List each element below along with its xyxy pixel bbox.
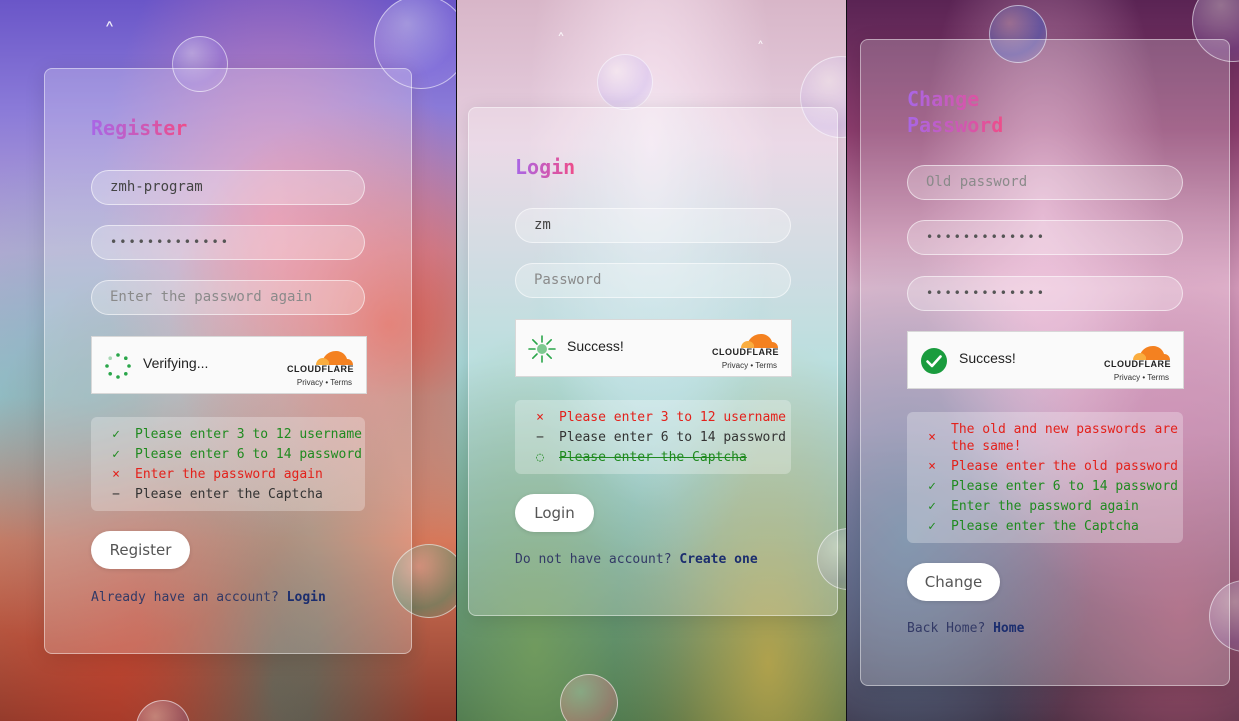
check-icon: ✓	[112, 447, 120, 462]
page-title: Change Password	[907, 87, 1004, 137]
check-icon: ✓	[928, 479, 936, 494]
register-card: Register zmh-program ••••••••••••• Enter…	[44, 68, 412, 654]
page-title: Register	[91, 116, 188, 140]
bird-decoration: ˄	[104, 20, 115, 45]
validation-item: ◌ Please enter the Captcha	[515, 448, 791, 468]
confirm-password-input[interactable]: •••••••••••••	[907, 276, 1183, 311]
validation-item: ✓ Please enter the Captcha	[907, 517, 1183, 537]
bird-decoration: ˄	[757, 40, 764, 56]
create-account-link[interactable]: Create one	[679, 552, 757, 567]
username-input[interactable]: zm	[515, 208, 791, 243]
username-input[interactable]: zmh-program	[91, 170, 365, 205]
cross-icon: ×	[928, 430, 936, 445]
bubble-decoration	[560, 674, 618, 721]
login-panel: ˄ ˄ Login zm Password Success! CLOUDFLAR…	[457, 0, 846, 721]
dash-icon: −	[112, 487, 120, 502]
validation-item: ✓ Please enter 6 to 14 password	[907, 477, 1183, 497]
captcha-status: Verifying...	[143, 355, 209, 371]
validation-item: ✓ Please enter 6 to 14 password	[91, 445, 365, 465]
confirm-password-input[interactable]: Enter the password again	[91, 280, 365, 315]
validation-item: ✓ Enter the password again	[907, 497, 1183, 517]
bird-decoration: ˄	[557, 30, 565, 49]
captcha-widget[interactable]: Verifying... CLOUDFLARE Privacy • Terms	[91, 336, 367, 394]
old-password-input[interactable]: Old password	[907, 165, 1183, 200]
validation-item: − Please enter the Captcha	[91, 485, 365, 505]
validation-item: × The old and new passwords are the same!	[907, 420, 1183, 457]
validation-item: × Please enter 3 to 12 username	[515, 408, 791, 428]
captcha-links[interactable]: Privacy • Terms	[1114, 373, 1169, 382]
success-check-icon	[921, 348, 947, 374]
check-icon: ✓	[112, 427, 120, 442]
login-button[interactable]: Login	[515, 494, 594, 532]
password-input[interactable]: Password	[515, 263, 791, 298]
captcha-links[interactable]: Privacy • Terms	[722, 361, 777, 370]
check-icon: ✓	[928, 519, 936, 534]
success-burst-icon	[528, 335, 556, 363]
bubble-decoration	[136, 700, 190, 721]
home-link[interactable]: Home	[993, 621, 1024, 636]
cross-icon: ×	[928, 459, 936, 474]
captcha-brand: CLOUDFLARE	[712, 347, 779, 357]
captcha-widget[interactable]: Success! CLOUDFLARE Privacy • Terms	[515, 319, 792, 377]
cross-icon: ×	[112, 467, 120, 482]
home-prompt: Back Home? Home	[907, 621, 1025, 636]
bubble-decoration	[597, 54, 653, 110]
validation-item: − Please enter 6 to 14 password	[515, 428, 791, 448]
captcha-widget[interactable]: Success! CLOUDFLARE Privacy • Terms	[907, 331, 1184, 389]
page-title: Login	[515, 155, 576, 179]
register-panel: ˄ Register zmh-program ••••••••••••• Ent…	[0, 0, 456, 721]
change-password-card: Change Password Old password •••••••••••…	[860, 39, 1230, 686]
captcha-brand: CLOUDFLARE	[1104, 359, 1171, 369]
check-icon: ✓	[928, 499, 936, 514]
captcha-status: Success!	[959, 350, 1016, 366]
change-button[interactable]: Change	[907, 563, 1000, 601]
captcha-brand: CLOUDFLARE	[287, 364, 354, 374]
login-prompt: Already have an account? Login	[91, 590, 326, 605]
validation-item: × Please enter the old password	[907, 457, 1183, 477]
register-prompt: Do not have account? Create one	[515, 552, 758, 567]
login-link[interactable]: Login	[287, 590, 326, 605]
validation-list: × Please enter 3 to 12 username − Please e…	[515, 400, 791, 474]
validation-item: × Enter the password again	[91, 465, 365, 485]
login-card: Login zm Password Success! CLOUDFLARE Pr…	[468, 107, 838, 616]
validation-item: ✓ Please enter 3 to 12 username	[91, 425, 365, 445]
captcha-status: Success!	[567, 338, 624, 354]
captcha-links[interactable]: Privacy • Terms	[297, 378, 352, 387]
register-button[interactable]: Register	[91, 531, 190, 569]
validation-list: × The old and new passwords are the same!…	[907, 412, 1183, 543]
spinner-icon	[105, 353, 131, 379]
loading-icon: ◌	[536, 450, 544, 465]
change-password-panel: Change Password Old password •••••••••••…	[847, 0, 1239, 721]
validation-list: ✓ Please enter 3 to 12 username ✓ Please e…	[91, 417, 365, 511]
password-input[interactable]: •••••••••••••	[91, 225, 365, 260]
new-password-input[interactable]: •••••••••••••	[907, 220, 1183, 255]
cross-icon: ×	[536, 410, 544, 425]
dash-icon: −	[536, 430, 544, 445]
